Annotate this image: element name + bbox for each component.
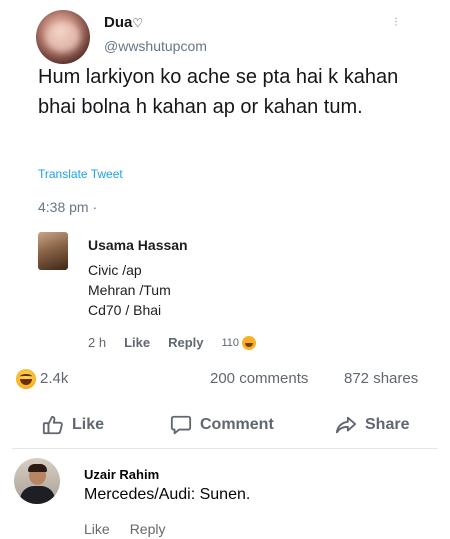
- comment-actions: Like Reply: [84, 521, 165, 537]
- comment-bubble-icon: [170, 415, 192, 435]
- shares-count[interactable]: 872 shares: [344, 370, 418, 387]
- reply-meta: 2 h Like Reply 110: [88, 335, 257, 350]
- translate-tweet-link: Translate Tweet: [38, 167, 123, 181]
- post-actions-bar: Like Comment Share: [0, 410, 450, 444]
- comment-text: Mercedes/Audi: Sunen.: [84, 486, 251, 503]
- embedded-tweet-image: Dua♡ @wwshutupcom ⁝ Hum larkiyon ko ache…: [0, 0, 450, 360]
- share-button[interactable]: Share: [335, 414, 409, 436]
- reply-text: Civic /ap Mehran /Tum Cd70 / Bhai: [88, 260, 171, 320]
- like-button[interactable]: Like: [42, 414, 104, 436]
- commenter-avatar[interactable]: [14, 458, 60, 504]
- commenter-name[interactable]: Uzair Rahim: [84, 467, 159, 482]
- comment-button[interactable]: Comment: [170, 414, 274, 436]
- reply-line: Civic /ap: [88, 262, 142, 278]
- reply-author-avatar: [38, 232, 68, 270]
- comment-reply-button[interactable]: Reply: [130, 521, 166, 537]
- comment-button-label: Comment: [200, 416, 274, 433]
- laughing-emoji-icon[interactable]: [16, 369, 36, 389]
- reply-age: 2 h: [88, 335, 107, 350]
- reply-line: Cd70 / Bhai: [88, 302, 162, 318]
- reply-line: Mehran /Tum: [88, 282, 171, 298]
- tweet-author-name: Dua♡: [104, 14, 144, 31]
- comments-count[interactable]: 200 comments: [210, 370, 308, 387]
- tweet-menu-icon: ⁝: [393, 14, 398, 29]
- share-button-label: Share: [365, 416, 410, 433]
- tweet-author-handle: @wwshutupcom: [104, 38, 207, 54]
- reply-author-name: Usama Hassan: [88, 237, 188, 253]
- reply-reaction-count: 110: [222, 335, 257, 350]
- tweet-text: Hum larkiyon ko ache se pta hai k kahan …: [38, 66, 399, 118]
- heart-icon: ♡: [132, 16, 144, 30]
- thumbs-up-icon: [42, 415, 63, 435]
- reaction-count[interactable]: 2.4k: [40, 370, 68, 387]
- divider: [12, 448, 438, 449]
- reply-like-label: Like: [124, 335, 151, 350]
- tweet-author-avatar: [36, 10, 90, 64]
- share-arrow-icon: [335, 416, 357, 434]
- post-stats-bar: 2.4k 200 comments 872 shares: [0, 366, 450, 394]
- tweet-timestamp: 4:38 pm ·: [38, 199, 98, 215]
- comment-like-button[interactable]: Like: [84, 521, 110, 537]
- like-button-label: Like: [72, 416, 105, 433]
- reply-reply-label: Reply: [168, 335, 204, 350]
- laughing-emoji-icon: [242, 335, 257, 350]
